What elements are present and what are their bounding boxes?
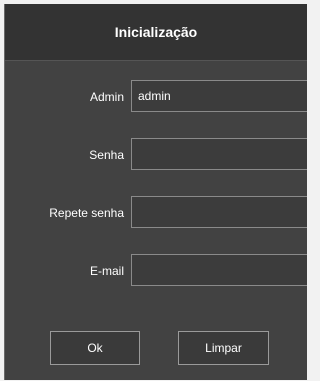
dialog-title: Inicialização <box>114 24 198 40</box>
repete-senha-input[interactable] <box>131 196 307 228</box>
email-row: E-mail <box>5 254 307 288</box>
repete-senha-label: Repete senha <box>49 206 124 220</box>
admin-row: Admin <box>5 80 307 114</box>
init-dialog: Inicialização Admin Senha Repete senha E… <box>4 4 307 380</box>
admin-label: Admin <box>89 90 124 104</box>
limpar-button[interactable]: Limpar <box>178 331 269 365</box>
senha-row: Senha <box>5 138 307 172</box>
repete-senha-row: Repete senha <box>5 196 307 230</box>
email-input[interactable] <box>131 254 307 286</box>
dialog-titlebar: Inicialização <box>5 4 307 61</box>
senha-input[interactable] <box>131 138 307 170</box>
ok-button[interactable]: Ok <box>50 331 140 365</box>
email-label: E-mail <box>89 264 124 278</box>
admin-input[interactable] <box>131 80 307 112</box>
senha-label: Senha <box>89 148 124 162</box>
